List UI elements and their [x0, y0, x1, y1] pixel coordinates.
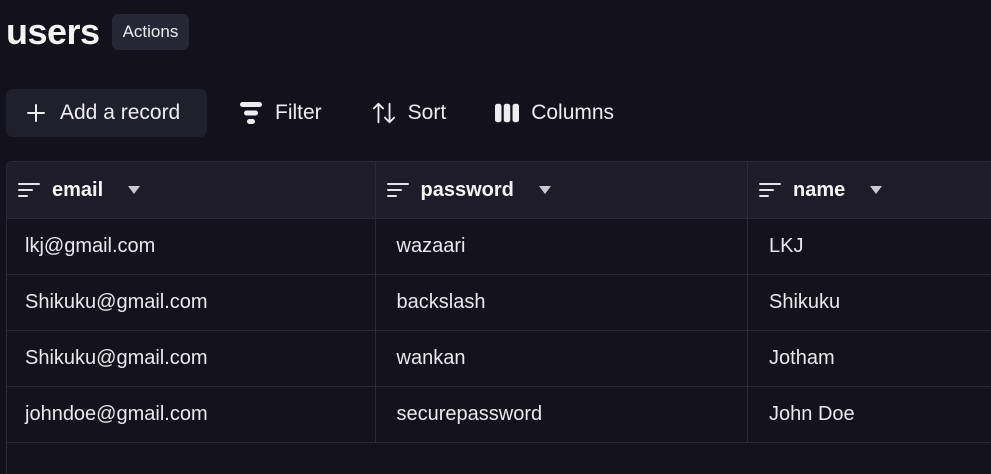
plus-icon — [24, 101, 48, 125]
sort-icon — [372, 101, 396, 125]
table-row: johndoe@gmail.com securepassword John Do… — [7, 387, 991, 443]
table-row: Shikuku@gmail.com wankan Jotham — [7, 331, 991, 387]
columns-button[interactable]: Columns — [495, 89, 614, 137]
filter-icon — [239, 101, 263, 125]
page: users Actions Add a record Filter Sort C… — [0, 0, 991, 474]
records-table: email password name lkj@gmail.com wazaar… — [6, 161, 991, 474]
filter-button[interactable]: Filter — [239, 89, 322, 137]
table-row: lkj@gmail.com wazaari LKJ — [7, 219, 991, 275]
cell-password[interactable]: wankan — [376, 331, 749, 386]
cell-name[interactable]: Jotham — [748, 331, 991, 386]
cell-name[interactable]: Shikuku — [748, 275, 991, 330]
page-title: users — [6, 11, 100, 52]
caret-down-icon[interactable] — [127, 185, 141, 195]
column-header-name[interactable]: name — [748, 162, 991, 218]
cell-password[interactable]: securepassword — [376, 387, 749, 442]
caret-down-icon[interactable] — [538, 185, 552, 195]
toolbar: Add a record Filter Sort Columns — [6, 89, 614, 137]
cell-password[interactable]: wazaari — [376, 219, 749, 274]
cell-name[interactable]: John Doe — [748, 387, 991, 442]
page-header: users Actions — [6, 10, 190, 54]
text-column-icon — [18, 182, 40, 198]
cell-email[interactable]: Shikuku@gmail.com — [7, 331, 376, 386]
add-record-label: Add a record — [60, 101, 181, 124]
caret-down-icon[interactable] — [869, 185, 883, 195]
table-header-row: email password name — [7, 162, 991, 219]
cell-email[interactable]: johndoe@gmail.com — [7, 387, 376, 442]
column-header-label: email — [52, 178, 104, 201]
column-header-password[interactable]: password — [376, 162, 749, 218]
cell-email[interactable]: lkj@gmail.com — [7, 219, 376, 274]
column-header-email[interactable]: email — [7, 162, 376, 218]
column-header-label: name — [793, 178, 846, 201]
cell-password[interactable]: backslash — [376, 275, 749, 330]
table-row: Shikuku@gmail.com backslash Shikuku — [7, 275, 991, 331]
sort-label: Sort — [407, 101, 447, 124]
actions-button[interactable]: Actions — [111, 14, 190, 50]
columns-label: Columns — [531, 101, 615, 124]
text-column-icon — [386, 182, 409, 198]
filter-label: Filter — [275, 101, 322, 124]
column-header-label: password — [420, 178, 514, 201]
columns-icon — [495, 101, 520, 125]
cell-name[interactable]: LKJ — [748, 219, 991, 274]
add-record-button[interactable]: Add a record — [6, 89, 207, 137]
text-column-icon — [759, 182, 782, 198]
sort-button[interactable]: Sort — [372, 89, 447, 137]
cell-email[interactable]: Shikuku@gmail.com — [7, 275, 376, 330]
